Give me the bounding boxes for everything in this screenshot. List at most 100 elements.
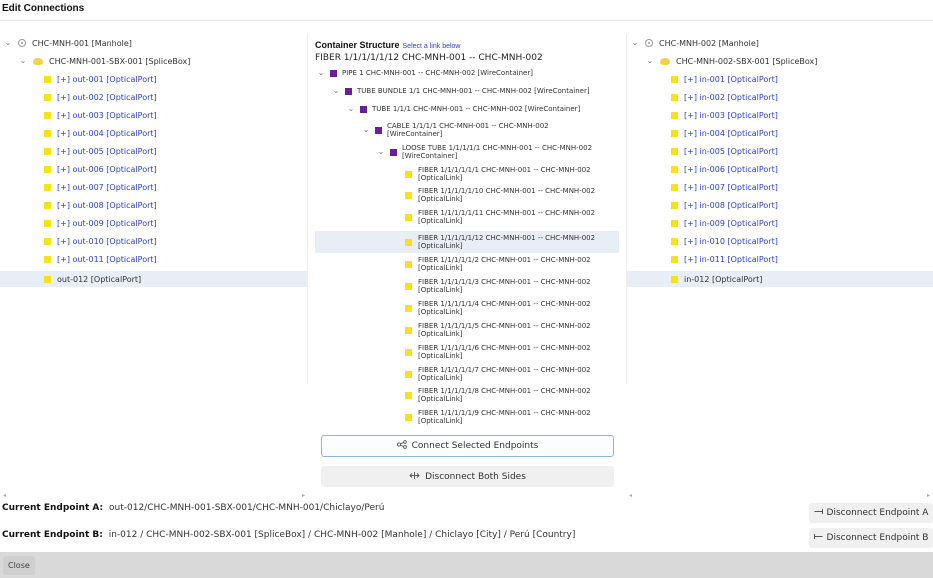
container-node-loose-tube[interactable]: ⌄ LOOSE TUBE 1/1/1/1/1 CHC-MNH-001 -- CH… xyxy=(377,144,619,160)
tree-node-splicebox-b[interactable]: ⌄ CHC-MNH-002-SBX-001 [SpliceBox] xyxy=(646,53,933,69)
port-item-selected[interactable]: out-012 [OpticalPort] xyxy=(0,271,307,287)
port-item[interactable]: [+] out-003 [OpticalPort] xyxy=(44,107,307,123)
port-label: [+] out-004 [OpticalPort] xyxy=(57,128,157,138)
port-item[interactable]: [+] in-007 [OpticalPort] xyxy=(671,179,933,195)
port-icon xyxy=(671,201,678,209)
port-item[interactable]: [+] out-004 [OpticalPort] xyxy=(44,125,307,141)
link-icon xyxy=(405,326,412,334)
tree-node-manhole-a[interactable]: ⌄ CHC-MNH-001 [Manhole] xyxy=(4,35,307,51)
container-node-pipe[interactable]: ⌄ PIPE 1 CHC-MNH-001 -- CHC-MNH-002 [Wir… xyxy=(317,69,619,78)
container-node-cable[interactable]: ⌄ CABLE 1/1/1/1 CHC-MNH-001 -- CHC-MNH-0… xyxy=(362,122,619,138)
port-item[interactable]: [+] out-008 [OpticalPort] xyxy=(44,197,307,213)
container-node-tube-bundle[interactable]: ⌄ TUBE BUNDLE 1/1 CHC-MNH-001 -- CHC-MNH… xyxy=(332,87,619,96)
fiber-name: FIBER 1/1/1/1/1/7 CHC-MNH-001 -- CHC-MNH… xyxy=(418,366,591,374)
left-horizontal-scrollbar[interactable]: ◂ ▸ xyxy=(0,492,308,500)
connect-selected-endpoints-button[interactable]: Connect Selected Endpoints xyxy=(321,435,614,457)
port-item[interactable]: [+] out-009 [OpticalPort] xyxy=(44,215,307,231)
tree-node-label: CHC-MNH-002-SBX-001 [SpliceBox] xyxy=(676,56,818,66)
left-endpoint-tree[interactable]: ⌄ CHC-MNH-001 [Manhole] ⌄ CHC-MNH-001-SB… xyxy=(0,34,308,384)
port-item[interactable]: [+] out-011 [OpticalPort] xyxy=(44,251,307,267)
chevron-down-icon[interactable]: ⌄ xyxy=(332,87,340,95)
port-item[interactable]: [+] out-007 [OpticalPort] xyxy=(44,179,307,195)
container-icon xyxy=(375,126,382,134)
container-label: LOOSE TUBE 1/1/1/1/1 CHC-MNH-001 -- CHC-… xyxy=(402,144,592,160)
scroll-right-icon[interactable]: ▸ xyxy=(302,492,305,499)
container-label: TUBE BUNDLE 1/1 CHC-MNH-001 -- CHC-MNH-0… xyxy=(357,87,590,95)
close-button[interactable]: Close xyxy=(3,556,35,575)
port-item[interactable]: [+] out-010 [OpticalPort] xyxy=(44,233,307,249)
port-item[interactable]: [+] in-010 [OpticalPort] xyxy=(671,233,933,249)
port-item[interactable]: [+] out-001 [OpticalPort] xyxy=(44,71,307,87)
port-item[interactable]: [+] in-003 [OpticalPort] xyxy=(671,107,933,123)
tree-node-manhole-b[interactable]: ⌄ CHC-MNH-002 [Manhole] xyxy=(631,35,933,51)
chevron-down-icon[interactable]: ⌄ xyxy=(19,57,27,65)
port-item[interactable]: [+] out-002 [OpticalPort] xyxy=(44,89,307,105)
port-item[interactable]: [+] out-006 [OpticalPort] xyxy=(44,161,307,177)
port-item[interactable]: [+] in-011 [OpticalPort] xyxy=(671,251,933,267)
port-item[interactable]: [+] in-005 [OpticalPort] xyxy=(671,143,933,159)
container-node-tube[interactable]: ⌄ TUBE 1/1/1 CHC-MNH-001 -- CHC-MNH-002 … xyxy=(347,105,619,114)
port-icon xyxy=(44,129,51,137)
link-icon xyxy=(405,370,412,378)
port-icon xyxy=(44,111,51,119)
scroll-right-icon[interactable]: ▸ xyxy=(927,492,930,499)
fiber-type: [OpticalLink] xyxy=(418,395,463,403)
port-item[interactable]: [+] out-005 [OpticalPort] xyxy=(44,143,307,159)
port-item[interactable]: [+] in-008 [OpticalPort] xyxy=(671,197,933,213)
port-item[interactable]: [+] in-006 [OpticalPort] xyxy=(671,161,933,177)
scroll-left-icon[interactable]: ◂ xyxy=(3,492,6,499)
fiber-label: FIBER 1/1/1/1/1/7 CHC-MNH-001 -- CHC-MNH… xyxy=(418,366,591,382)
fiber-label: FIBER 1/1/1/1/1/4 CHC-MNH-001 -- CHC-MNH… xyxy=(418,300,591,316)
fiber-link-item-selected[interactable]: FIBER 1/1/1/1/1/12 CHC-MNH-001 -- CHC-MN… xyxy=(315,231,619,253)
port-icon xyxy=(44,147,51,155)
disconnect-both-sides-button[interactable]: Disconnect Both Sides xyxy=(321,466,614,487)
fiber-link-item[interactable]: FIBER 1/1/1/1/1/2 CHC-MNH-001 -- CHC-MNH… xyxy=(315,256,619,272)
chevron-down-icon[interactable]: ⌄ xyxy=(4,39,12,47)
port-label: [+] in-001 [OpticalPort] xyxy=(684,74,778,84)
endpoint-b-label: Current Endpoint B: xyxy=(2,530,103,540)
port-label: [+] in-009 [OpticalPort] xyxy=(684,218,778,228)
fiber-link-item[interactable]: FIBER 1/1/1/1/1/9 CHC-MNH-001 -- CHC-MNH… xyxy=(315,409,619,425)
scroll-left-icon[interactable]: ◂ xyxy=(629,492,632,499)
port-item[interactable]: [+] in-001 [OpticalPort] xyxy=(671,71,933,87)
disconnect-endpoint-b-button[interactable]: Disconnect Endpoint B xyxy=(809,528,933,548)
fiber-link-item[interactable]: FIBER 1/1/1/1/1/11 CHC-MNH-001 -- CHC-MN… xyxy=(315,209,619,225)
chevron-down-icon[interactable]: ⌄ xyxy=(646,57,654,65)
chevron-down-icon[interactable]: ⌄ xyxy=(377,148,385,156)
fiber-name: FIBER 1/1/1/1/1/10 CHC-MNH-001 -- CHC-MN… xyxy=(418,187,596,195)
port-item[interactable]: [+] in-009 [OpticalPort] xyxy=(671,215,933,231)
port-item-selected[interactable]: in-012 [OpticalPort] xyxy=(627,271,933,287)
chevron-down-icon[interactable]: ⌄ xyxy=(347,105,355,113)
link-icon xyxy=(405,304,412,312)
fiber-link-item[interactable]: FIBER 1/1/1/1/1/1 CHC-MNH-001 -- CHC-MNH… xyxy=(315,166,619,182)
chevron-down-icon[interactable]: ⌄ xyxy=(362,126,370,134)
port-icon xyxy=(44,237,51,245)
right-endpoint-tree[interactable]: ⌄ CHC-MNH-002 [Manhole] ⌄ CHC-MNH-002-SB… xyxy=(626,34,933,384)
disconnect-endpoint-a-button[interactable]: Disconnect Endpoint A xyxy=(809,503,933,523)
fiber-type: [OpticalLink] xyxy=(418,264,463,272)
fiber-label: FIBER 1/1/1/1/1/11 CHC-MNH-001 -- CHC-MN… xyxy=(418,209,595,225)
chevron-down-icon[interactable]: ⌄ xyxy=(631,39,639,47)
fiber-link-item[interactable]: FIBER 1/1/1/1/1/3 CHC-MNH-001 -- CHC-MNH… xyxy=(315,278,619,294)
tree-node-splicebox-a[interactable]: ⌄ CHC-MNH-001-SBX-001 [SpliceBox] xyxy=(19,53,307,69)
fiber-label: FIBER 1/1/1/1/1/3 CHC-MNH-001 -- CHC-MNH… xyxy=(418,278,591,294)
disconnect-both-icon xyxy=(409,471,420,483)
chevron-down-icon[interactable]: ⌄ xyxy=(317,69,325,77)
fiber-name: FIBER 1/1/1/1/1/3 CHC-MNH-001 -- CHC-MNH… xyxy=(418,278,591,286)
fiber-link-item[interactable]: FIBER 1/1/1/1/1/8 CHC-MNH-001 -- CHC-MNH… xyxy=(315,387,619,403)
fiber-link-item[interactable]: FIBER 1/1/1/1/1/10 CHC-MNH-001 -- CHC-MN… xyxy=(315,187,619,203)
port-icon xyxy=(671,219,678,227)
container-label: PIPE 1 CHC-MNH-001 -- CHC-MNH-002 [WireC… xyxy=(342,69,533,77)
fiber-link-item[interactable]: FIBER 1/1/1/1/1/7 CHC-MNH-001 -- CHC-MNH… xyxy=(315,366,619,382)
fiber-label: FIBER 1/1/1/1/1/5 CHC-MNH-001 -- CHC-MNH… xyxy=(418,322,591,338)
fiber-link-item[interactable]: FIBER 1/1/1/1/1/6 CHC-MNH-001 -- CHC-MNH… xyxy=(315,344,619,360)
fiber-link-item[interactable]: FIBER 1/1/1/1/1/5 CHC-MNH-001 -- CHC-MNH… xyxy=(315,322,619,338)
fiber-type: [OpticalLink] xyxy=(418,195,463,203)
fiber-type: [OpticalLink] xyxy=(418,308,463,316)
right-horizontal-scrollbar[interactable]: ◂ ▸ xyxy=(626,492,933,500)
port-item[interactable]: [+] in-002 [OpticalPort] xyxy=(671,89,933,105)
port-item[interactable]: [+] in-004 [OpticalPort] xyxy=(671,125,933,141)
fiber-name: FIBER 1/1/1/1/1/11 CHC-MNH-001 -- CHC-MN… xyxy=(418,209,596,217)
fiber-link-item[interactable]: FIBER 1/1/1/1/1/4 CHC-MNH-001 -- CHC-MNH… xyxy=(315,300,619,316)
disconnect-a-label: Disconnect Endpoint A xyxy=(826,508,929,518)
